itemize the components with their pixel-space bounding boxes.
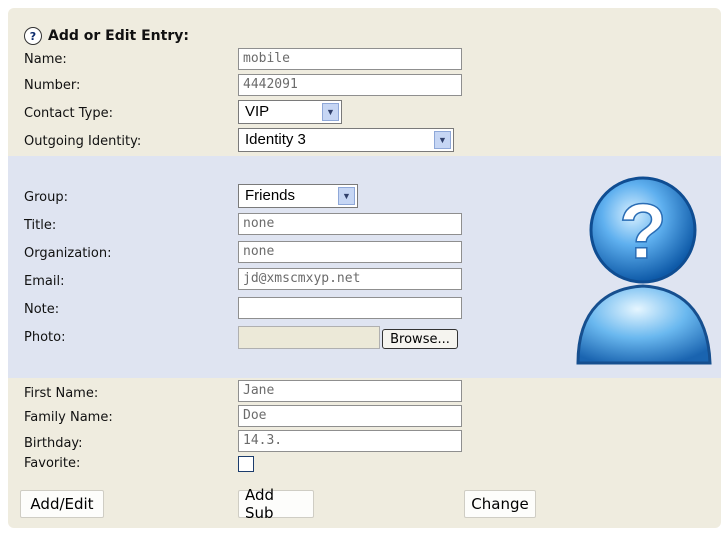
number-label: Number: — [24, 78, 81, 93]
birthday-input[interactable]: 14.3. — [238, 430, 462, 452]
add-sub-button[interactable]: Add Sub — [238, 486, 314, 522]
email-label: Email: — [24, 274, 65, 289]
contact-entry-panel: ? Add or Edit Entry: Name: mobile Number… — [8, 8, 721, 528]
contact-type-value: VIP — [245, 103, 270, 120]
favorite-label: Favorite: — [24, 456, 81, 471]
contact-type-select[interactable]: VIP ▼ — [238, 100, 342, 124]
form-title: ? Add or Edit Entry: — [24, 27, 189, 45]
title-label: Title: — [24, 218, 57, 233]
outgoing-identity-select[interactable]: Identity 3 ▼ — [238, 128, 454, 152]
chevron-down-icon[interactable]: ▼ — [338, 187, 355, 205]
browse-button[interactable]: Browse... — [382, 329, 458, 349]
photo-file-input[interactable] — [238, 326, 380, 349]
family-name-label: Family Name: — [24, 410, 113, 425]
outgoing-identity-label: Outgoing Identity: — [24, 134, 142, 149]
form-title-text: Add or Edit Entry: — [48, 28, 189, 44]
title-input[interactable]: none — [238, 213, 462, 235]
name-label: Name: — [24, 52, 67, 67]
note-label: Note: — [24, 302, 60, 317]
contact-type-label: Contact Type: — [24, 106, 113, 121]
organization-label: Organization: — [24, 246, 112, 261]
email-input[interactable]: jd@xmscmxyp.net — [238, 268, 462, 290]
first-name-label: First Name: — [24, 386, 99, 401]
number-input[interactable]: 4442091 — [238, 74, 462, 96]
chevron-down-icon[interactable]: ▼ — [322, 103, 339, 121]
change-button[interactable]: Change — [464, 490, 536, 518]
note-input[interactable] — [238, 297, 462, 319]
outgoing-identity-value: Identity 3 — [245, 131, 306, 148]
family-name-input[interactable]: Doe — [238, 405, 462, 427]
first-name-input[interactable]: Jane — [238, 380, 462, 402]
birthday-label: Birthday: — [24, 436, 83, 451]
help-icon[interactable]: ? — [24, 27, 42, 45]
group-value: Friends — [245, 187, 296, 204]
group-select[interactable]: Friends ▼ — [238, 184, 358, 208]
group-label: Group: — [24, 190, 68, 205]
svg-text:?: ? — [619, 187, 667, 275]
chevron-down-icon[interactable]: ▼ — [434, 131, 451, 149]
add-edit-button[interactable]: Add/Edit — [20, 490, 104, 518]
name-input[interactable]: mobile — [238, 48, 462, 70]
organization-input[interactable]: none — [238, 241, 462, 263]
unknown-contact-avatar-icon: ? — [576, 176, 712, 365]
photo-label: Photo: — [24, 330, 66, 345]
favorite-checkbox[interactable] — [238, 456, 254, 472]
